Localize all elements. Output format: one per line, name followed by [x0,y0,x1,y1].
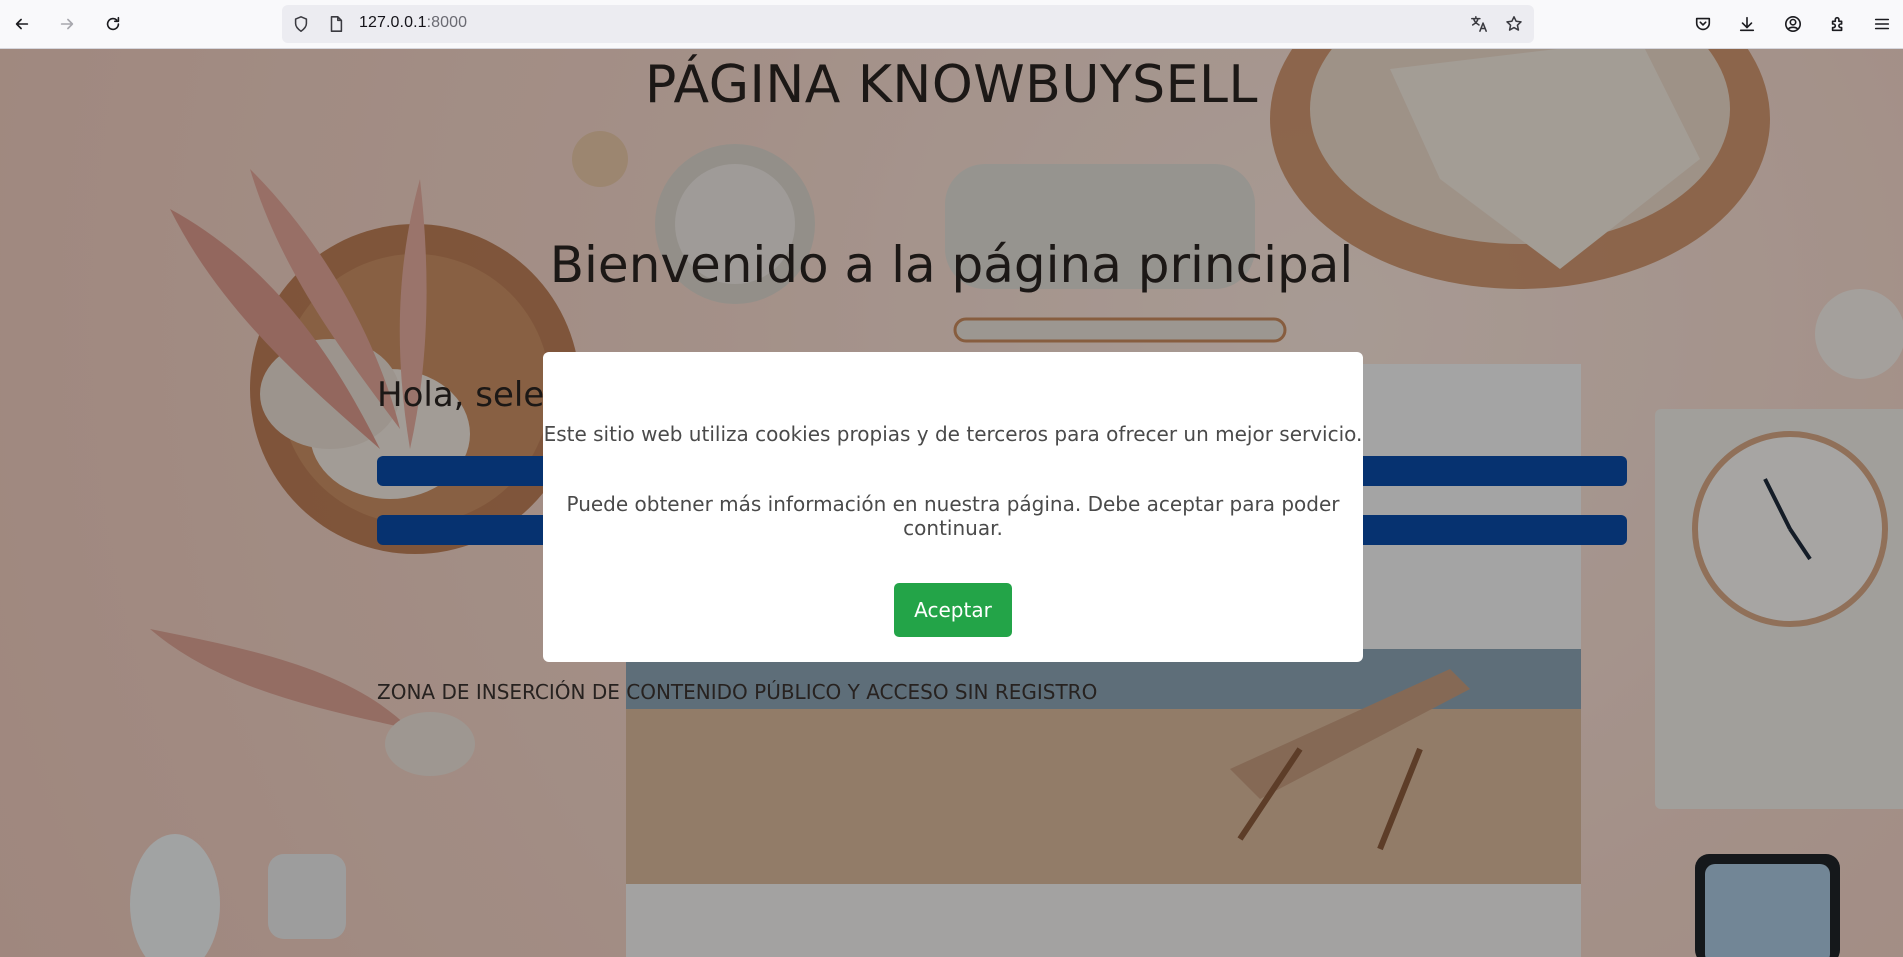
pocket-icon [1695,17,1711,31]
url-port: :8000 [426,14,468,31]
cookie-info-text: Puede obtener más información en nuestra… [566,492,1340,540]
page-icon[interactable] [327,15,345,33]
menu-button[interactable] [1868,10,1896,38]
accept-cookies-button[interactable]: Aceptar [894,583,1012,637]
reload-button[interactable] [99,10,127,38]
reload-icon [106,16,120,31]
translate-icon[interactable] [1470,15,1488,33]
shield-icon[interactable] [292,15,310,33]
arrow-left-icon [15,18,29,30]
url-text[interactable]: 127.0.0.1:8000 [359,14,467,32]
cookie-notice-text: Este sitio web utiliza cookies propias y… [543,422,1363,446]
downloads-button[interactable] [1733,10,1761,38]
download-icon [1739,16,1755,32]
arrow-right-icon [60,18,74,30]
extensions-button[interactable] [1824,10,1852,38]
browser-toolbar: 127.0.0.1:8000 [0,0,1903,49]
forward-button[interactable] [53,10,81,38]
cookie-consent-modal: Este sitio web utiliza cookies propias y… [543,352,1363,662]
pocket-button[interactable] [1689,10,1717,38]
hamburger-menu-icon [1874,18,1890,30]
account-icon [1784,15,1802,33]
url-host: 127.0.0.1 [359,14,427,31]
puzzle-icon [1831,16,1843,32]
url-bar[interactable]: 127.0.0.1:8000 [282,5,1534,43]
account-button[interactable] [1779,10,1807,38]
back-button[interactable] [8,10,36,38]
bookmark-star-icon[interactable] [1505,15,1523,33]
